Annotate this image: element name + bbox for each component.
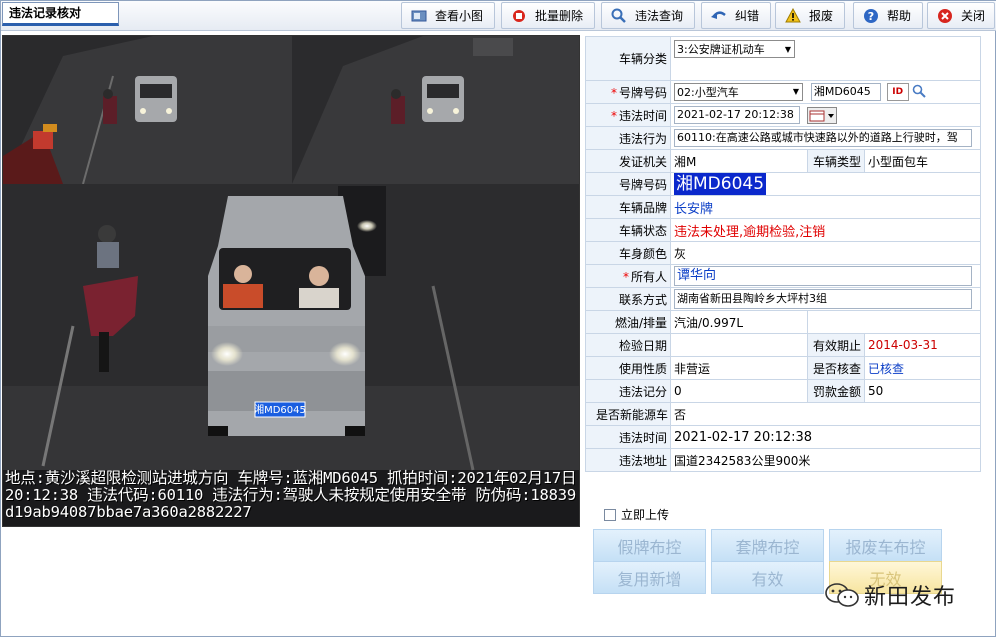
violation-act-input[interactable]: 60110:在高速公路或城市快速路以外的道路上行驶时，驾: [674, 129, 972, 147]
plate-type-select[interactable]: 02:小型汽车 ▼: [674, 82, 803, 101]
help-icon: ?: [862, 7, 880, 25]
plate-number-input[interactable]: 湘MD6045: [810, 83, 881, 102]
vehicle-status-label: 车辆状态: [585, 218, 671, 242]
plate-display-label: 号牌号码: [585, 172, 671, 196]
plate-number-label-row: * 号牌号码: [585, 80, 671, 104]
calendar-icon[interactable]: [806, 106, 837, 124]
plate-lookup-icon[interactable]: ID: [886, 83, 909, 102]
body-color-label: 车身颜色: [585, 241, 671, 265]
vehicle-brand-label: 车辆品牌: [585, 195, 671, 219]
svg-text:?: ?: [868, 10, 874, 23]
vehicle-brand-value: 长安牌: [669, 195, 982, 219]
violation-time-input[interactable]: 2021-02-17 20:12:38: [674, 106, 800, 124]
violation-act-label: 违法行为: [585, 126, 671, 150]
view-thumbnail-icon: [410, 7, 428, 25]
photo-caption: 地点:黄沙溪超限检测站进城方向 车牌号:蓝湘MD6045 抓拍时间:2021年0…: [5, 469, 577, 521]
scrapped-vehicle-control-button[interactable]: 报废车布控: [829, 529, 942, 562]
inspection-date-value: [670, 333, 808, 357]
points-label: 违法记分: [585, 379, 671, 403]
upload-now-checkbox[interactable]: [604, 508, 616, 521]
warning-icon: [784, 7, 802, 25]
upload-now-option[interactable]: 立即上传: [604, 506, 669, 523]
contact-input[interactable]: 湖南省新田县陶岭乡大坪村3组: [674, 289, 972, 309]
contact-label: 联系方式: [585, 287, 671, 311]
magnifier-icon[interactable]: [912, 84, 927, 101]
fine-label: 罚款金额: [807, 379, 865, 403]
vehicle-info-form: 车辆分类 3:公安牌证机动车▼ ︾ *号牌号码 02:小型汽车▼ 湘MD6045…: [585, 36, 982, 472]
search-icon: [610, 7, 628, 25]
plate-display-value: 湘MD6045: [674, 173, 767, 195]
vehicle-type-value: 小型面包车: [863, 149, 982, 173]
points-value: 0: [670, 379, 808, 403]
reuse-add-button[interactable]: 复用新增: [593, 561, 706, 594]
capture-photo-image: 湘MD6045: [3, 36, 579, 471]
undo-icon: [710, 7, 728, 25]
help-button[interactable]: ? 帮助: [853, 2, 923, 29]
violation-review-window: 违法记录核对 查看小图 批量删除 违法查询 纠错 报废 ? 帮助 关闭 湘MD6…: [0, 0, 996, 637]
scrap-button[interactable]: 报废: [775, 2, 845, 29]
cloned-plate-control-button[interactable]: 套牌布控: [711, 529, 824, 562]
inspection-date-label: 检验日期: [585, 333, 671, 357]
issuing-authority-value: 湘M: [670, 149, 808, 173]
watermark: 新田发布: [824, 579, 956, 611]
fuel-label: 燃油/排量: [585, 310, 671, 334]
toolbar: 违法记录核对 查看小图 批量删除 违法查询 纠错 报废 ? 帮助 关闭: [1, 1, 996, 31]
valid-until-label: 有效期止: [807, 333, 865, 357]
violation-query-button[interactable]: 违法查询: [601, 2, 695, 29]
wechat-logo-icon: [824, 582, 860, 608]
verified-label: 是否核查: [807, 356, 865, 380]
delete-icon: [510, 7, 528, 25]
chevron-down-icon: ▼: [792, 87, 799, 97]
issuing-authority-label: 发证机关: [585, 149, 671, 173]
violation-address-value: 国道2342583公里900米: [669, 448, 982, 472]
close-icon: [936, 7, 954, 25]
violation-time-label-row: * 违法时间: [585, 103, 671, 127]
owner-label-row: * 所有人: [585, 264, 671, 288]
close-button[interactable]: 关闭: [927, 2, 995, 29]
vehicle-category-select[interactable]: 3:公安牌证机动车 ▼: [674, 40, 795, 58]
vehicle-type-label: 车辆类型: [807, 149, 865, 173]
verified-value: 已核查: [863, 356, 982, 380]
fine-value: 50: [863, 379, 982, 403]
use-nature-label: 使用性质: [585, 356, 671, 380]
capture-photo[interactable]: 湘MD6045 地点:黄沙溪超限检测站进城方向 车牌号:蓝湘MD6045 抓拍时…: [2, 35, 580, 527]
window-title-tab[interactable]: 违法记录核对: [2, 2, 119, 26]
new-energy-label: 是否新能源车: [585, 402, 671, 426]
fuel-value: 汽油/0.997L: [670, 310, 808, 334]
new-energy-value: 否: [669, 402, 982, 426]
owner-input[interactable]: 谭华向: [674, 266, 972, 286]
violation-time2-value: 2021-02-17 20:12:38: [669, 425, 982, 449]
correct-button[interactable]: 纠错: [701, 2, 771, 29]
view-thumbnail-button[interactable]: 查看小图: [401, 2, 495, 29]
valid-button[interactable]: 有效: [711, 561, 824, 594]
body-color-value: 灰: [669, 241, 982, 265]
violation-time2-label: 违法时间: [585, 425, 671, 449]
vehicle-status-value: 违法未处理,逾期检验,注销: [669, 218, 982, 242]
chevron-down-icon: ▼: [784, 44, 791, 54]
van-plate-text: 湘MD6045: [254, 403, 306, 416]
batch-delete-button[interactable]: 批量删除: [501, 2, 595, 29]
violation-address-label: 违法地址: [585, 448, 671, 472]
fake-plate-control-button[interactable]: 假牌布控: [593, 529, 706, 562]
vehicle-category-label: 车辆分类: [585, 36, 671, 81]
valid-until-value: 2014-03-31: [863, 333, 982, 357]
use-nature-value: 非营运: [670, 356, 808, 380]
watermark-text: 新田发布: [864, 585, 957, 610]
